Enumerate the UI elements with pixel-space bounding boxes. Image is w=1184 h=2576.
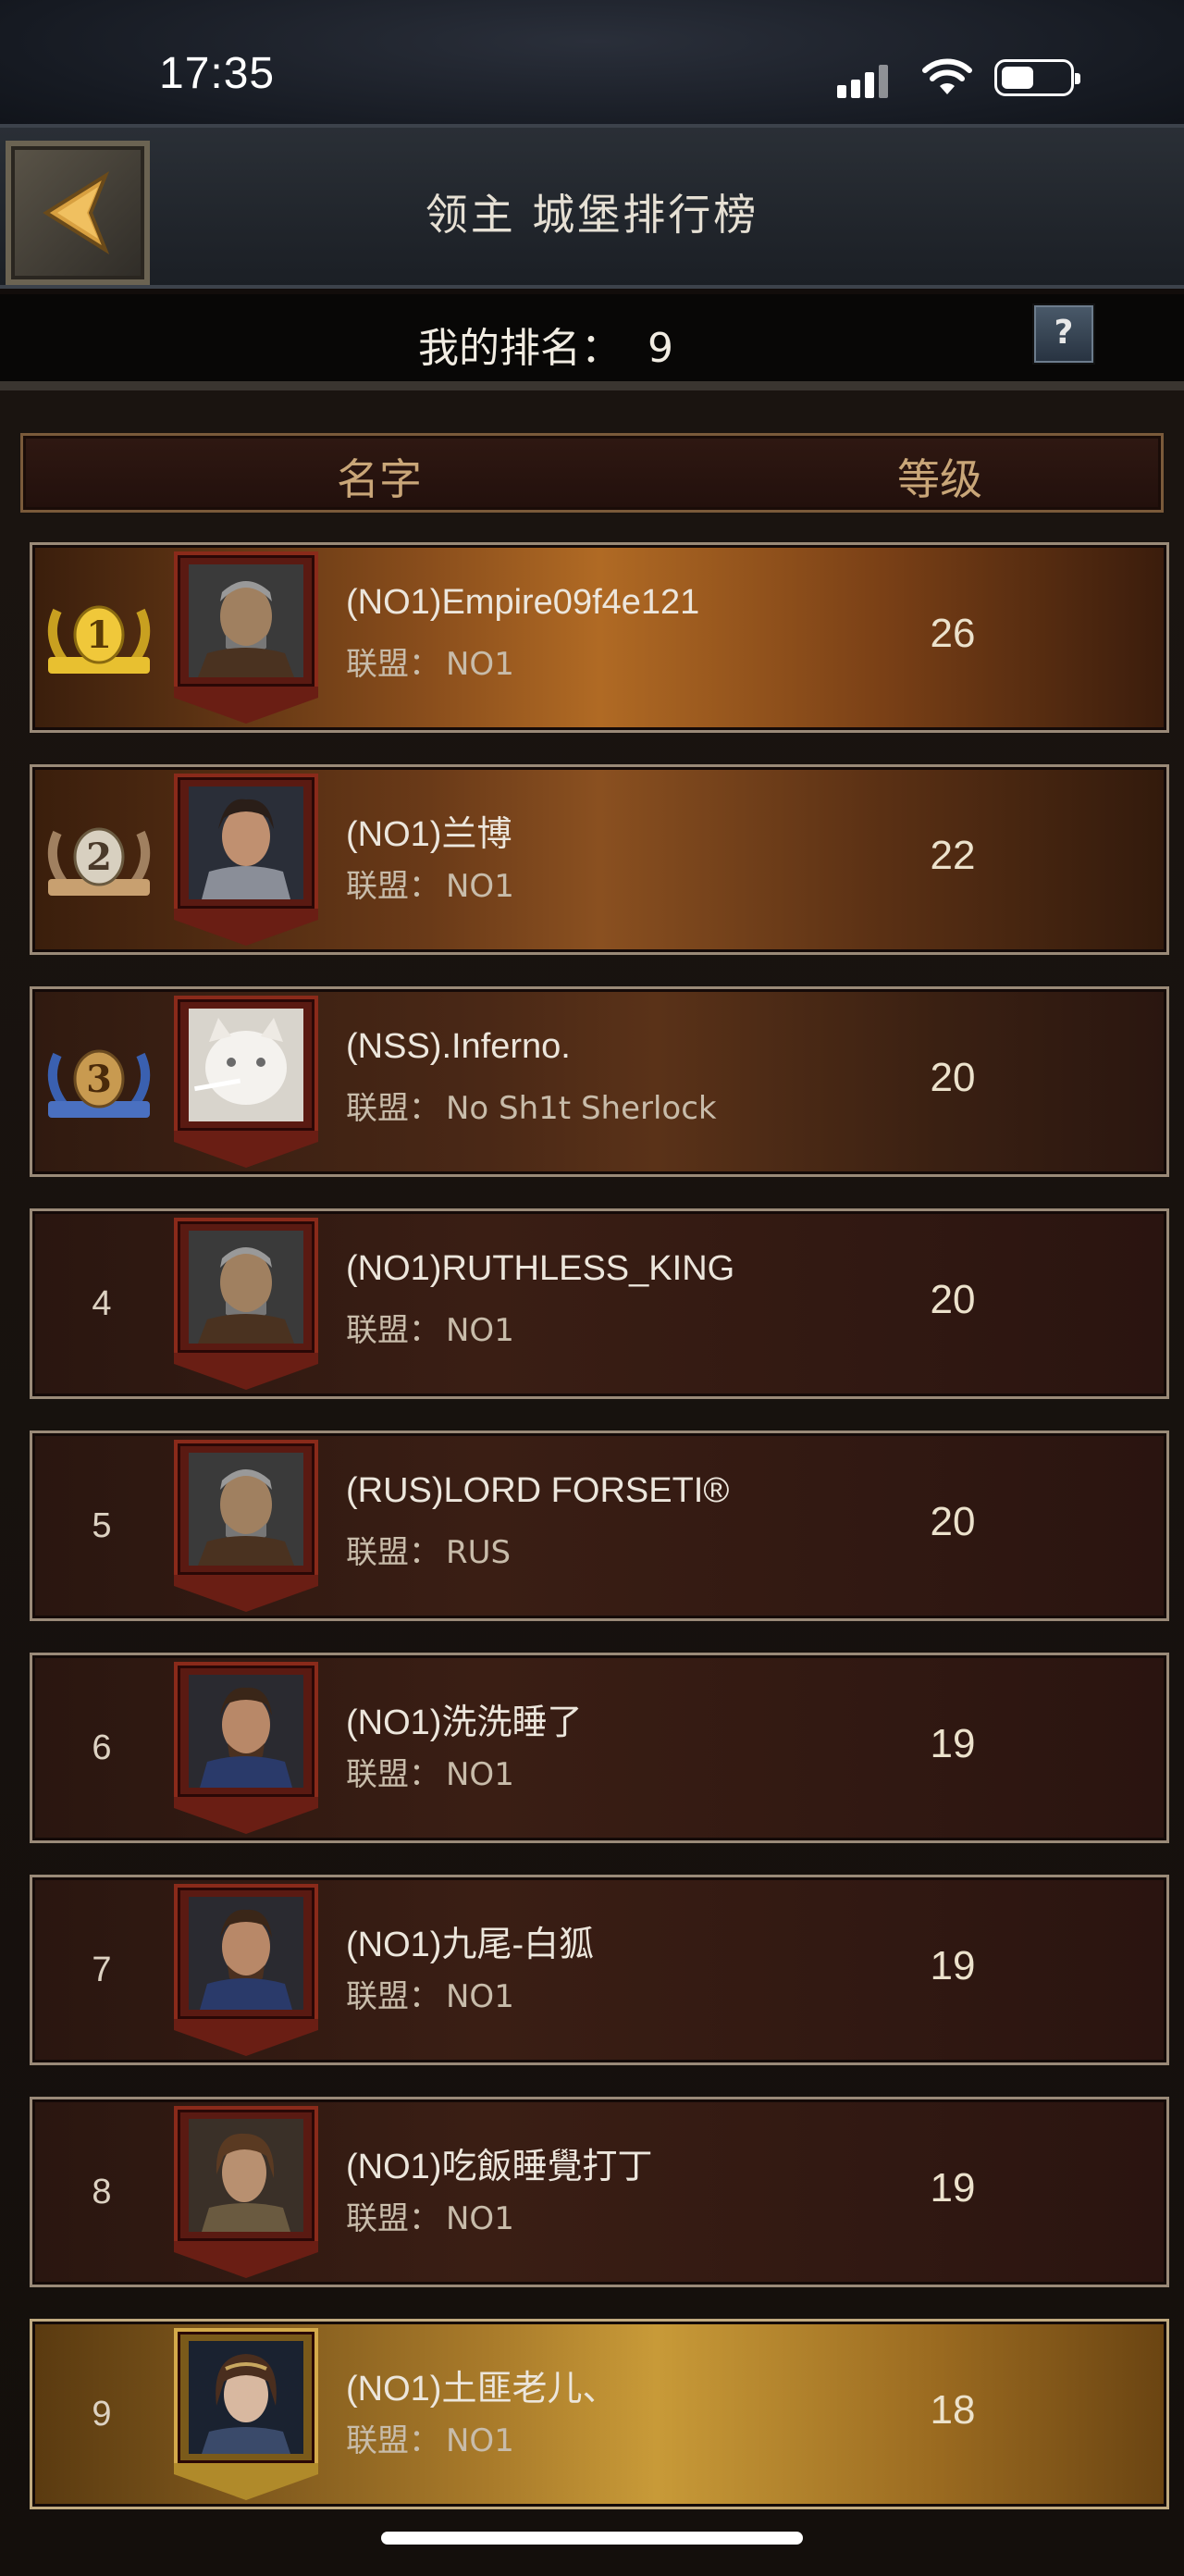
bronze-medal-icon: 3 [47,1049,151,1118]
alliance-label: 联盟： [346,646,440,683]
player-alliance: 联盟： NO1 [346,2415,514,2460]
svg-text:2: 2 [86,836,112,879]
rank-number: 9 [92,2395,112,2434]
gold-medal-icon: 1 [47,605,151,674]
player-level: 20 [930,1277,976,1322]
silver-medal-icon: 2 [47,827,151,896]
player-alliance: 联盟： No Sh1t Sherlock [346,1083,717,1128]
my-rank-label: 我的排名： [418,325,622,372]
player-avatar-3[interactable] [174,996,318,1168]
alliance-value: NO1 [446,868,514,905]
alliance-value: NO1 [446,1312,514,1349]
player-alliance: 联盟： RUS [346,1527,511,1572]
player-level: 26 [930,611,976,656]
alliance-label: 联盟： [346,1978,440,2015]
rank-number: 6 [92,1728,112,1767]
player-alliance: 联盟： NO1 [346,2193,514,2238]
alliance-label: 联盟： [346,1312,440,1349]
player-name: (NO1)九尾-白狐 [346,1926,595,1964]
alliance-value: NO1 [446,1756,514,1793]
rank-number: 4 [92,1284,112,1323]
player-alliance: 联盟： NO1 [346,1971,514,2016]
player-level: 19 [930,2165,976,2211]
alliance-label: 联盟： [346,2422,440,2459]
cellular-signal-icon [837,61,893,98]
player-level: 22 [930,833,976,878]
home-indicator[interactable] [381,2532,803,2545]
alliance-label: 联盟： [346,1756,440,1793]
column-header-name: 名字 [337,454,422,504]
alliance-value: NO1 [446,1978,514,2015]
rank-number: 8 [92,2173,112,2211]
player-alliance: 联盟： NO1 [346,1305,514,1350]
player-level: 18 [930,2387,976,2433]
player-avatar-7[interactable] [174,1884,318,2056]
alliance-label: 联盟： [346,1534,440,1571]
player-alliance: 联盟： NO1 [346,638,514,684]
rank-number: 5 [92,1506,112,1545]
status-time: 17:35 [159,49,276,98]
alliance-value: NO1 [446,2200,514,2237]
battery-icon [994,59,1080,96]
player-name: (NSS).Inferno. [346,1027,571,1066]
player-avatar-8[interactable] [174,2106,318,2278]
rank-number: 7 [92,1951,112,1989]
player-name: (NO1)RUTHLESS_KING [346,1249,735,1288]
alliance-value: NO1 [446,646,514,683]
player-avatar-9[interactable] [174,2328,318,2500]
player-alliance: 联盟： NO1 [346,861,514,906]
player-name: (RUS)LORD FORSETI® [346,1471,730,1510]
page-title: 领主 城堡排行榜 [425,190,759,240]
alliance-value: No Sh1t Sherlock [446,1090,717,1127]
my-rank: 我的排名： 9 [418,315,673,374]
status-bar: 17:35 [0,0,1184,139]
alliance-value: NO1 [446,2422,514,2459]
player-name: (NO1)土匪老儿、 [346,2370,618,2409]
alliance-label: 联盟： [346,1090,440,1127]
column-header-bar [20,433,1164,513]
svg-text:3: 3 [86,1058,112,1101]
player-level: 19 [930,1721,976,1766]
player-name: (NO1)洗洗睡了 [346,1703,583,1742]
help-button[interactable]: ? [1032,303,1095,365]
player-name: (NO1)吃飯睡覺打丁 [346,2148,653,2186]
column-header-level: 等级 [897,454,982,504]
alliance-label: 联盟： [346,868,440,905]
svg-text:1: 1 [86,613,112,657]
player-name: (NO1)兰博 [346,815,512,854]
alliance-label: 联盟： [346,2200,440,2237]
back-arrow-icon [43,171,110,254]
alliance-value: RUS [446,1534,512,1571]
my-rank-value: 9 [648,325,673,372]
player-name: (NO1)Empire09f4e121 [346,583,700,622]
player-avatar-2[interactable] [174,774,318,946]
player-level: 20 [930,1499,976,1544]
wifi-icon [922,58,972,94]
back-button[interactable] [6,141,150,285]
player-alliance: 联盟： NO1 [346,1749,514,1794]
player-avatar-6[interactable] [174,1662,318,1834]
player-avatar-1[interactable] [174,551,318,724]
player-level: 20 [930,1055,976,1100]
player-avatar-4[interactable] [174,1218,318,1390]
player-avatar-5[interactable] [174,1440,318,1612]
player-level: 19 [930,1943,976,1988]
